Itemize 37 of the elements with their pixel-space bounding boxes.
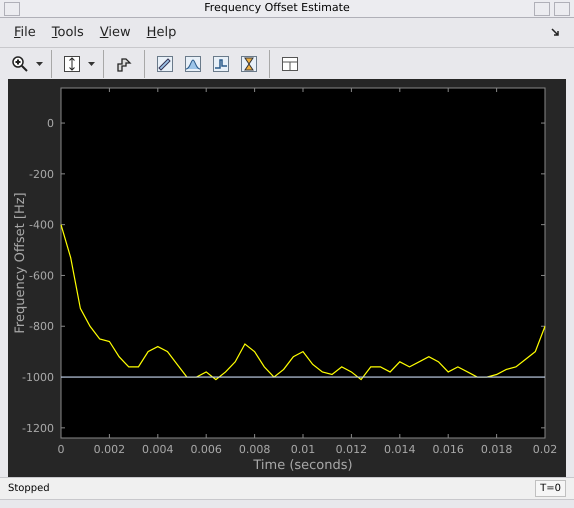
hourglass-icon [240,54,258,72]
y-tick-label: -600 [29,269,54,282]
bell-curve-icon [184,54,202,72]
menu-item[interactable]: Tools [52,22,84,42]
zoom-in-icon [11,54,29,72]
x-tick-label: 0.008 [238,443,270,456]
status-message: Stopped [8,482,50,496]
step-signal-icon [212,54,230,72]
y-tick-label: -800 [29,320,54,334]
x-tick-label: 0.016 [432,443,464,456]
menu-item[interactable]: Help [146,22,176,42]
y-tick-label: 0 [47,117,54,130]
caret-icon[interactable] [36,62,43,66]
x-tick-label: 0.02 [532,443,558,456]
menu-item[interactable]: View [100,22,131,42]
vertical-scale-icon [63,54,81,72]
dock-arrow-icon[interactable] [551,28,560,37]
x-tick-label: 0.01 [290,443,316,456]
y-tick-label: -1200 [22,422,54,435]
y-axis-label: Frequency Offset [Hz] [13,192,28,334]
time-indicator: T=0 [535,480,566,497]
x-tick-label: 0.014 [384,443,416,456]
x-tick-label: 0.002 [94,443,126,456]
grid-icon [281,54,299,72]
x-tick-label: 0 [58,443,64,456]
x-axis-label: Time (seconds) [253,458,353,473]
y-tick-label: -1000 [22,371,54,384]
window-title: Frequency Offset Estimate [203,0,351,16]
y-tick-label: -200 [29,168,54,181]
y-tick-label: -400 [29,218,54,232]
menu-item[interactable]: File [14,22,36,42]
ruler-icon [156,54,174,72]
x-tick-label: 0.006 [190,443,222,456]
caret-icon[interactable] [88,62,95,66]
x-tick-label: 0.004 [142,443,174,456]
x-tick-label: 0.018 [480,443,512,456]
x-tick-label: 0.012 [336,443,368,456]
